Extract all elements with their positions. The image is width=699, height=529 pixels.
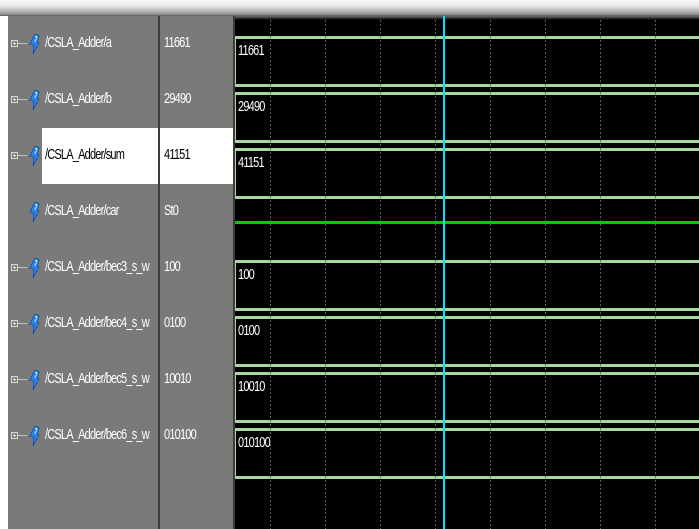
expand-plus-icon[interactable]	[11, 152, 18, 159]
signal-name-label: /CSLA_Adder/a	[45, 35, 112, 52]
signal-value-row[interactable]: 11661	[160, 16, 233, 72]
signal-names-pane[interactable]: /CSLA_Adder/a/CSLA_Adder/b/CSLA_Adder/su…	[8, 16, 159, 529]
signal-value-row[interactable]: 010100	[160, 408, 233, 464]
tree-connector	[18, 155, 27, 156]
bus-wave-lower	[235, 476, 699, 479]
time-gridline	[490, 20, 491, 529]
bus-wave-start	[235, 260, 236, 311]
bus-wave-upper	[235, 316, 699, 319]
signal-name-label: /CSLA_Adder/car	[45, 203, 119, 220]
signal-probe-icon	[27, 313, 41, 335]
bus-wave-start	[235, 372, 236, 423]
bus-wave-lower	[235, 196, 699, 199]
signal-value-row[interactable]: St0	[160, 184, 233, 240]
tree-connector	[18, 43, 27, 44]
expand-plus-icon[interactable]	[11, 376, 18, 383]
bus-wave-lower	[235, 364, 699, 367]
bus-wave-start	[235, 36, 236, 87]
tree-connector	[18, 267, 27, 268]
signal-value-label: St0	[164, 203, 179, 220]
bus-wave-start	[235, 428, 236, 479]
bus-wave-value: 010100	[238, 435, 271, 452]
signal-value-label: 010100	[164, 427, 197, 444]
bus-wave-value: 41151	[238, 155, 265, 172]
scalar-wave-line	[235, 221, 699, 224]
bus-wave-lower	[235, 308, 699, 311]
signal-value-label: 0100	[164, 315, 186, 332]
signal-value-label: 11661	[164, 35, 191, 52]
signal-value-label: 41151	[164, 147, 191, 164]
signal-probe-icon	[27, 201, 41, 223]
expand-plus-icon[interactable]	[11, 432, 18, 439]
selected-row-highlight: /CSLA_Adder/sum	[42, 128, 159, 184]
signal-value-label: 29490	[164, 91, 191, 108]
expand-plus-icon[interactable]	[11, 40, 18, 47]
bus-wave-value: 0100	[238, 323, 260, 340]
signal-probe-icon	[27, 89, 41, 111]
signal-name-label: /CSLA_Adder/b	[45, 91, 112, 108]
bus-wave-upper	[235, 36, 699, 39]
signal-probe-icon	[27, 369, 41, 391]
signal-probe-icon	[27, 33, 41, 55]
expand-plus-icon[interactable]	[11, 320, 18, 327]
bus-wave-lower	[235, 140, 699, 143]
signal-name-row[interactable]: /CSLA_Adder/b	[8, 72, 159, 128]
tree-connector	[18, 99, 27, 100]
signal-name-label: /CSLA_Adder/sum	[45, 147, 125, 164]
signal-value-row[interactable]: 10010	[160, 352, 233, 408]
waveform-pane[interactable]: 11661 29490 41151 100 0100 10010 010100	[235, 16, 699, 529]
time-cursor[interactable]	[443, 16, 445, 529]
signal-value-row[interactable]: 100	[160, 240, 233, 296]
time-gridline	[435, 20, 436, 529]
signal-value-row[interactable]: 41151	[160, 128, 233, 184]
bus-wave-start	[235, 316, 236, 367]
wave-top-edge	[235, 16, 699, 20]
time-gridline	[325, 20, 326, 529]
signal-probe-icon	[27, 145, 41, 167]
signal-probe-icon	[27, 425, 41, 447]
bus-wave-upper	[235, 148, 699, 151]
bus-wave-value: 10010	[238, 379, 265, 396]
expand-plus-icon[interactable]	[11, 264, 18, 271]
time-gridline	[270, 20, 271, 529]
bus-wave-value: 11661	[238, 43, 265, 60]
signal-value-label: 10010	[164, 371, 191, 388]
bus-wave-upper	[235, 428, 699, 431]
signal-values-pane[interactable]: 11661 29490 41151 St0 100 0100 10010 010100	[160, 16, 233, 529]
signal-value-row[interactable]: 29490	[160, 72, 233, 128]
time-gridline	[380, 20, 381, 529]
signal-name-label: /CSLA_Adder/bec3_s_w	[45, 259, 150, 276]
bus-wave-value: 100	[238, 267, 255, 284]
expand-plus-icon[interactable]	[11, 96, 18, 103]
window-top-bar	[0, 0, 699, 16]
time-gridline	[545, 20, 546, 529]
bus-wave-lower	[235, 84, 699, 87]
signal-value-label: 100	[164, 259, 181, 276]
bus-wave-lower	[235, 420, 699, 423]
signal-name-row[interactable]: /CSLA_Adder/bec6_s_w	[8, 408, 159, 464]
tree-connector	[18, 435, 27, 436]
signal-value-row[interactable]: 0100	[160, 296, 233, 352]
signal-name-label: /CSLA_Adder/bec6_s_w	[45, 427, 150, 444]
signal-name-label: /CSLA_Adder/bec4_s_w	[45, 315, 150, 332]
signal-name-row[interactable]: /CSLA_Adder/sum	[8, 128, 159, 184]
signal-name-row[interactable]: /CSLA_Adder/bec5_s_w	[8, 352, 159, 408]
tree-connector	[18, 379, 27, 380]
bus-wave-upper	[235, 372, 699, 375]
bus-wave-upper	[235, 92, 699, 95]
signal-name-row[interactable]: /CSLA_Adder/a	[8, 16, 159, 72]
signal-name-row[interactable]: /CSLA_Adder/car	[8, 184, 159, 240]
signal-name-label: /CSLA_Adder/bec5_s_w	[45, 371, 150, 388]
bus-wave-upper	[235, 260, 699, 263]
bus-wave-start	[235, 148, 236, 199]
signal-name-row[interactable]: /CSLA_Adder/bec3_s_w	[8, 240, 159, 296]
time-gridline	[600, 20, 601, 529]
time-gridline	[655, 20, 656, 529]
bus-wave-start	[235, 92, 236, 143]
tree-connector	[18, 323, 27, 324]
bus-wave-value: 29490	[238, 99, 265, 116]
signal-probe-icon	[27, 257, 41, 279]
signal-name-row[interactable]: /CSLA_Adder/bec4_s_w	[8, 296, 159, 352]
